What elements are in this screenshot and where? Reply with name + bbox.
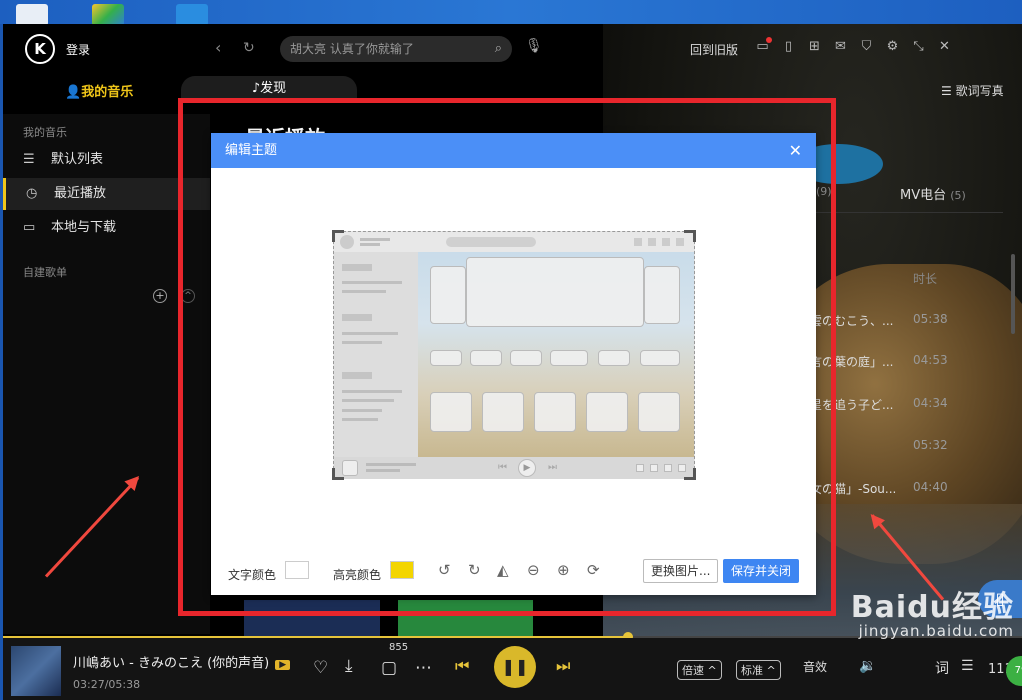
minimize-icon[interactable]: ⤡ [911,38,926,56]
lyric-icon[interactable]: 词 [935,658,949,678]
divider [813,212,1003,213]
edit-theme-dialog: 编辑主题 ✕ ⏮ ▶ ⏭ 文字颜色 高亮颜色 ↺ ↻ ◭ ⊖ ⊕ ⟳ 更换图片.… [211,133,816,595]
sidebar-section-custom: 自建歌单 [23,266,67,279]
song-row-time: 04:34 [913,396,948,410]
song-row-time: 05:32 [913,438,948,452]
dialog-close-icon[interactable]: ✕ [789,141,802,160]
flip-icon[interactable]: ◭ [497,561,509,579]
scrollbar[interactable] [1011,254,1015,334]
desktop-app-icon[interactable] [92,4,124,26]
add-playlist-icon[interactable]: + [153,289,167,303]
list-icon: ☰ [23,152,35,167]
comment-count: 855 [389,642,409,653]
play-time: 03:27/05:38 [73,678,141,691]
heart-icon[interactable]: ♡ [313,658,328,678]
more-icon[interactable]: ⋯ [415,658,432,678]
refresh-icon[interactable]: ↻ [243,40,255,56]
quality-dropdown[interactable]: 标准 ^ [736,660,781,680]
song-row-time: 05:38 [913,312,948,326]
old-version-link[interactable]: 回到旧版 [690,41,738,58]
comment-icon[interactable]: ▢ [381,658,397,678]
search-icon[interactable]: ⌕ [495,36,502,62]
desktop-app-icon[interactable] [176,4,208,26]
theme-preview[interactable]: ⏮ ▶ ⏭ [332,230,696,480]
song-row-time: 04:53 [913,353,948,367]
desktop-app-icon[interactable] [16,4,48,26]
mv-tag[interactable]: ▶ [275,660,291,670]
save-close-button[interactable]: 保存并关闭 [723,559,800,583]
replace-image-button[interactable]: 更换图片... [643,559,719,583]
pause-button[interactable]: ❚❚ [494,646,536,688]
text-color-swatch[interactable] [285,561,309,579]
preview-sidebar [334,252,418,457]
rotate-right-icon[interactable]: ↻ [468,561,481,579]
mail-icon[interactable]: ✉ [833,38,848,56]
volume-icon[interactable]: 🔉 [859,658,876,674]
toolbar-icons: ▭ ▯ ⊞ ✉ ⛉ ⚙ ⤡ ✕ [755,38,952,58]
mic-icon[interactable]: 🎙 [525,38,543,54]
tab-my-music[interactable]: 👤我的音乐 [65,81,133,100]
album-cover[interactable] [11,646,61,696]
speed-dropdown[interactable]: 倍速 ^ [677,660,722,680]
song-row-time: 04:40 [913,480,948,494]
highlight-color-label: 高亮颜色 [333,568,382,582]
duration-header: 时长 [913,272,938,286]
baidu-watermark: Baidu经验 jingyan.baidu.com [850,590,1014,640]
phone-icon[interactable]: ▯ [781,38,796,56]
crop-handle[interactable] [332,230,344,242]
preview-main-area [418,252,694,457]
app-logo[interactable]: K [25,34,55,64]
skin-icon[interactable]: ⛉ [859,38,874,56]
apps-icon[interactable]: ⊞ [807,38,822,56]
previous-icon[interactable]: ⏮ [455,656,469,676]
tab-mv-radio[interactable]: MV电台 (5) [900,184,966,203]
zoom-out-icon[interactable]: ⊖ [527,561,540,579]
lyric-photo-button[interactable]: ☰ 歌词写真 [941,82,1004,99]
desktop-strip [0,0,1022,26]
close-icon[interactable]: ✕ [937,38,952,56]
login-link[interactable]: 登录 [66,41,90,58]
zoom-in-icon[interactable]: ⊕ [557,561,570,579]
monitor-icon: ▭ [23,220,36,235]
crop-handle[interactable] [684,230,696,242]
search-placeholder: 胡大亮 认真了你就输了 [290,42,414,56]
playlist-icon[interactable]: ☰ [961,658,974,674]
rotate-left-icon[interactable]: ↺ [438,561,451,579]
gear-icon[interactable]: ⚙ [885,38,900,56]
preview-topbar [334,232,694,252]
preview-player-bar: ⏮ ▶ ⏭ [334,457,694,479]
back-arrow-icon[interactable]: ‹ [215,38,221,57]
search-input[interactable]: 胡大亮 认真了你就输了 ⌕ [280,36,512,62]
crop-handle[interactable] [332,468,344,480]
vip-badge[interactable]: 79 [1006,656,1022,686]
clock-icon: ◷ [26,186,38,201]
sound-effect-icon[interactable]: 音效 [803,658,827,675]
song-title[interactable]: 川嶋あい - きみのこえ (你的声音) ▶ [73,652,291,671]
dialog-title: 编辑主题 [211,133,816,168]
tv-icon[interactable]: ▭ [755,38,770,56]
reset-icon[interactable]: ⟳ [587,561,600,579]
sidebar-section-my-music: 我的音乐 [23,126,67,139]
highlight-color-swatch[interactable] [390,561,414,579]
crop-handle[interactable] [684,468,696,480]
next-icon[interactable]: ⏭ [556,656,570,676]
top-bar: K 登录 ‹ ↻ 胡大亮 认真了你就输了 ⌕ 🎙 回到旧版 ▭ ▯ ⊞ ✉ ⛉ … [3,24,1022,74]
text-color-label: 文字颜色 [228,568,277,582]
player-bar: 川嶋あい - きみのこえ (你的声音) ▶ 03:27/05:38 ♡ ⤓ ▢ 8… [3,638,1022,700]
download-icon[interactable]: ⤓ [345,656,353,676]
